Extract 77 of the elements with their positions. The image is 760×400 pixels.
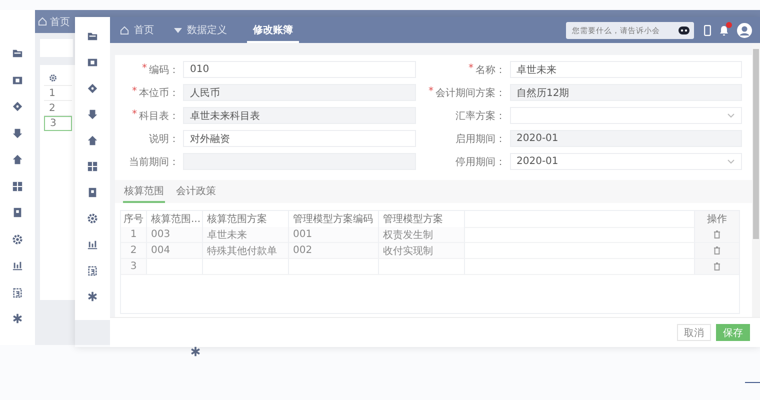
trash-icon[interactable] — [713, 230, 721, 239]
gear-icon[interactable] — [49, 74, 57, 82]
field-label: 本位币： — [139, 86, 179, 100]
required-mark: * — [142, 62, 147, 76]
grid-icon[interactable] — [87, 161, 98, 172]
avatar-icon[interactable] — [737, 22, 752, 38]
input-field[interactable]: 卓世未来 — [510, 61, 742, 78]
film-icon[interactable] — [87, 57, 98, 68]
home-icon[interactable] — [120, 26, 129, 34]
table-cell: 003 — [147, 227, 203, 243]
list-row[interactable]: 1 — [44, 86, 72, 101]
home-icon[interactable] — [38, 17, 47, 26]
required-mark: * — [428, 86, 434, 98]
asterisk-icon[interactable] — [87, 291, 98, 302]
diamond-icon[interactable] — [87, 83, 98, 94]
diamond-icon[interactable] — [12, 101, 23, 112]
bell-icon[interactable] — [719, 24, 729, 36]
download-icon[interactable] — [87, 109, 98, 120]
search-field[interactable] — [40, 39, 73, 57]
calendar-icon[interactable] — [12, 286, 23, 298]
table-cell: 收付实现制 — [379, 243, 465, 259]
field-label: 说明： — [149, 132, 179, 146]
list-row[interactable]: 2 — [44, 101, 72, 116]
input-field[interactable]: 010 — [183, 61, 416, 78]
calendar-icon[interactable] — [87, 265, 98, 276]
required-mark: * — [132, 86, 137, 98]
field-label: 会计期间方案： — [436, 86, 506, 100]
input-field[interactable]: 对外融资 — [183, 130, 416, 147]
table-cell: 004 — [147, 243, 203, 259]
folder-icon[interactable] — [87, 31, 98, 42]
list-row[interactable]: 3 — [44, 116, 72, 131]
table-cell: 特殊其他付款单 — [203, 243, 289, 259]
bar-chart-icon[interactable] — [12, 260, 23, 271]
cancel-button[interactable]: 取消 — [677, 324, 711, 341]
column-header: 操作 — [695, 211, 739, 228]
field-label: 停用期间： — [456, 156, 506, 168]
select-field[interactable]: 2020-01 — [510, 153, 742, 170]
upload-icon[interactable] — [12, 154, 23, 165]
input-field[interactable]: 2020-01 — [510, 130, 742, 147]
trash-icon[interactable] — [713, 262, 721, 271]
book-icon[interactable] — [87, 187, 98, 198]
required-mark: * — [468, 62, 474, 76]
book-icon[interactable] — [12, 207, 23, 218]
gear-icon[interactable] — [12, 234, 23, 244]
upload-icon[interactable] — [87, 135, 98, 146]
field-label: 启用期间： — [456, 132, 506, 146]
nav-tab[interactable]: 首页 — [50, 14, 70, 28]
folder-icon[interactable] — [12, 48, 23, 59]
select-field[interactable] — [510, 107, 742, 124]
input-field[interactable]: 卓世未来科目表 — [183, 107, 416, 124]
table-cell: 2 — [121, 243, 147, 259]
required-mark: * — [132, 108, 137, 122]
asterisk-icon[interactable] — [12, 313, 23, 324]
table-cell: 卓世未来 — [203, 227, 289, 243]
field-label: 编码： — [149, 64, 179, 76]
nav-tab[interactable]: 数据定义 — [174, 17, 237, 43]
table-cell: 1 — [121, 227, 147, 243]
asterisk-icon[interactable] — [190, 346, 201, 357]
download-icon[interactable] — [12, 128, 23, 138]
table-cell: 权责发生制 — [379, 227, 465, 243]
section-tab[interactable]: 会计政策 — [175, 180, 217, 203]
field-label: 当前期间： — [129, 156, 179, 168]
grid-icon[interactable] — [12, 180, 23, 192]
field-label: 科目表： — [139, 110, 179, 122]
table-cell: 3 — [121, 259, 147, 275]
input-field[interactable]: 自然历12期 — [510, 84, 742, 101]
trash-icon[interactable] — [713, 246, 721, 255]
phone-icon[interactable] — [704, 24, 711, 36]
field-label: 汇率方案： — [456, 110, 506, 122]
bar-chart-icon[interactable] — [87, 239, 98, 250]
gear-icon[interactable] — [87, 213, 98, 224]
film-icon[interactable] — [12, 74, 23, 86]
field-label: 名称： — [476, 64, 506, 76]
nav-tab[interactable]: 首页 — [120, 17, 164, 43]
table-cell: 001 — [289, 227, 379, 243]
table-cell: 002 — [289, 243, 379, 259]
input-field[interactable]: 人民币 — [183, 84, 416, 101]
